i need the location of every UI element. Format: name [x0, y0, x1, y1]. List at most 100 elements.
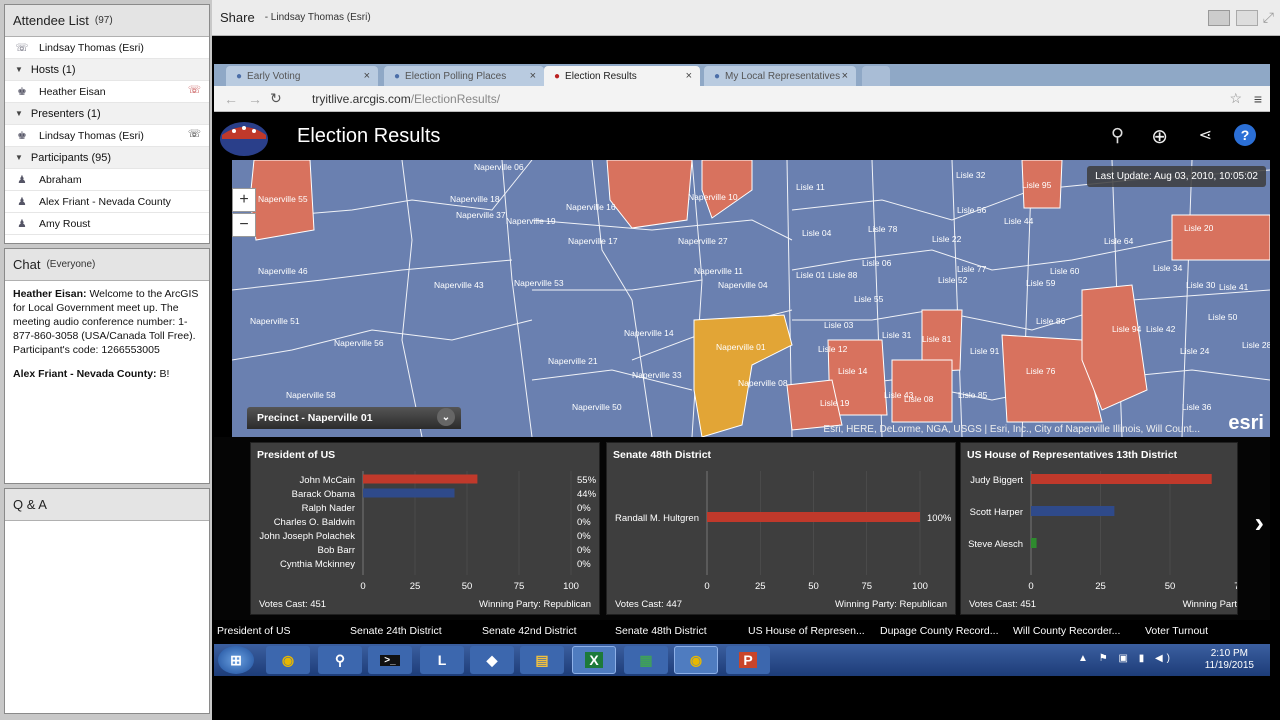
- help-icon[interactable]: ?: [1234, 124, 1256, 146]
- bookmark-star-icon[interactable]: ☆: [1229, 90, 1242, 107]
- map-precinct-label: Naperville 37: [456, 210, 506, 220]
- window-restore-icon[interactable]: [1236, 10, 1258, 26]
- contest-tabs: President of US Senate 24th District Sen…: [214, 620, 1270, 642]
- precinct-polygons: [232, 160, 1270, 437]
- chrome-icon[interactable]: ◉: [266, 646, 310, 674]
- qa-pod: Q & A: [4, 488, 210, 714]
- map-precinct-label: Naperville 16: [566, 202, 616, 212]
- zoom-in-button[interactable]: +: [232, 188, 256, 212]
- map-precinct-label: Lisle 64: [1104, 236, 1134, 246]
- map-precinct-label: Lisle 30: [1186, 280, 1216, 290]
- fullscreen-icon[interactable]: ⤢: [1263, 9, 1274, 26]
- excel-icon[interactable]: X: [572, 646, 616, 674]
- contest-tab[interactable]: Senate 24th District: [350, 625, 442, 637]
- map-precinct-label: Lisle 88: [828, 270, 858, 280]
- tray-icons[interactable]: ▲ ⚑ ▣ ▮ ◀): [1078, 653, 1174, 664]
- taskbar-clock[interactable]: 2:10 PM 11/19/2015: [1205, 648, 1254, 672]
- folder-icon[interactable]: ▤: [520, 646, 564, 674]
- contest-tab[interactable]: US House of Represen...: [748, 625, 865, 637]
- chat-sender: Alex Friant - Nevada County:: [13, 368, 157, 380]
- contest-tab[interactable]: Senate 42nd District: [482, 625, 577, 637]
- attendee-self[interactable]: ☏ Lindsay Thomas (Esri): [5, 37, 209, 59]
- x-tick-label: 25: [1095, 581, 1106, 592]
- share-header: Share - Lindsay Thomas (Esri) ⤢: [212, 0, 1280, 36]
- attendee-row[interactable]: ♟ Abraham: [5, 169, 209, 191]
- map-precinct-label: Lisle 08: [904, 394, 934, 404]
- close-icon[interactable]: ×: [364, 70, 370, 82]
- url-path: /ElectionResults/: [410, 91, 501, 106]
- next-arrow-icon[interactable]: ›: [1255, 507, 1264, 539]
- tab-label: Election Polling Places: [405, 70, 507, 82]
- attendee-row[interactable]: ♚ Heather Eisan ☏: [5, 81, 209, 103]
- attendee-row[interactable]: ♟ Amy Roust: [5, 213, 209, 235]
- presenters-group[interactable]: ▼ Presenters (1): [5, 103, 209, 125]
- chevron-down-icon[interactable]: ⌄: [437, 408, 455, 426]
- category-label: Ralph Nader: [302, 503, 355, 514]
- powerpoint-icon[interactable]: P: [726, 646, 770, 674]
- attendee-row[interactable]: ♟ Alex Friant - Nevada County: [5, 191, 209, 213]
- menu-icon[interactable]: ≡: [1254, 91, 1262, 107]
- new-tab-button[interactable]: [862, 66, 890, 86]
- contest-tab[interactable]: President of US: [217, 625, 291, 637]
- search-icon[interactable]: ⚲: [1111, 125, 1124, 146]
- attendee-row[interactable]: ♚ Lindsay Thomas (Esri) ☏: [5, 125, 209, 147]
- magnifier-icon[interactable]: ⚲: [318, 646, 362, 674]
- map-precinct-label: Lisle 59: [1026, 278, 1056, 288]
- browser-tab[interactable]: ● My Local Representatives ×: [704, 66, 856, 86]
- url-field[interactable]: tryitlive.arcgis.com/ElectionResults/: [312, 92, 500, 106]
- map-precinct-label: Lisle 41: [1219, 282, 1249, 292]
- phone-icon: ☏: [15, 41, 29, 54]
- window-size-icon[interactable]: [1208, 10, 1230, 26]
- forward-icon[interactable]: →: [248, 91, 262, 107]
- precinct-label: Precinct - Naperville 01: [257, 412, 373, 424]
- contest-tab[interactable]: Senate 48th District: [615, 625, 707, 637]
- map-precinct-label: Lisle 24: [1180, 346, 1210, 356]
- share-icon[interactable]: ⋖: [1199, 125, 1212, 145]
- precinct-selector[interactable]: Precinct - Naperville 01 ⌄: [247, 407, 461, 429]
- lync-icon[interactable]: L: [420, 646, 464, 674]
- hosts-group[interactable]: ▼ Hosts (1): [5, 59, 209, 81]
- map-precinct-label: Lisle 31: [882, 330, 912, 340]
- browser-tab-active[interactable]: ● Election Results ×: [544, 66, 700, 86]
- zoom-out-button[interactable]: −: [232, 213, 256, 237]
- chrome-active-icon[interactable]: ◉: [674, 646, 718, 674]
- bar: [707, 512, 920, 522]
- browser-tab[interactable]: ● Early Voting ×: [226, 66, 378, 86]
- contest-tab[interactable]: Dupage County Record...: [880, 625, 998, 637]
- start-button[interactable]: ⊞: [218, 646, 254, 674]
- x-tick-label: 50: [808, 581, 819, 592]
- locate-icon[interactable]: ⊕: [1151, 124, 1168, 149]
- election-map[interactable]: Naperville 55 Naperville 18 Naperville 37 N…: [232, 160, 1270, 437]
- map-precinct-label: Naperville 56: [334, 338, 384, 348]
- map-precinct-label: Lisle 34: [1153, 263, 1183, 273]
- close-icon[interactable]: ×: [530, 70, 536, 82]
- map-precinct-label: Naperville 58: [286, 390, 336, 400]
- map-precinct-label: Lisle 55: [854, 294, 884, 304]
- x-tick-label: 100: [912, 581, 928, 592]
- contest-tab[interactable]: Voter Turnout: [1145, 625, 1208, 637]
- selected-precinct[interactable]: [693, 314, 793, 437]
- browser-tab[interactable]: ● Election Polling Places ×: [384, 66, 544, 86]
- attendee-count: (97): [94, 15, 113, 26]
- attendee-self-name: Lindsay Thomas (Esri): [39, 41, 144, 54]
- contest-tab[interactable]: Will County Recorder...: [1013, 625, 1120, 637]
- tab-label: Early Voting: [247, 70, 301, 82]
- hosts-label: Hosts (1): [30, 63, 76, 76]
- host-user-icon: ♚: [17, 85, 27, 98]
- chat-sender: Heather Eisan:: [13, 288, 87, 300]
- browser-tab-strip: ● Early Voting × ● Election Polling Places ×…: [214, 64, 1270, 86]
- close-icon[interactable]: ×: [842, 70, 848, 82]
- participants-group[interactable]: ▼ Participants (95): [5, 147, 209, 169]
- app-icon[interactable]: ◆: [470, 646, 514, 674]
- map-precinct-label: Lisle 28: [1242, 340, 1270, 350]
- reload-icon[interactable]: ↻: [270, 90, 282, 107]
- close-icon[interactable]: ×: [686, 70, 692, 82]
- excel-sheet-icon[interactable]: ▦: [624, 646, 668, 674]
- map-precinct-label: Lisle 94: [1112, 324, 1142, 334]
- back-icon[interactable]: ←: [224, 91, 238, 107]
- cmd-icon[interactable]: >_: [368, 646, 412, 674]
- chat-messages: Heather Eisan: Welcome to the ArcGIS for…: [5, 281, 209, 387]
- winning-party: Winning Party: Republican: [479, 599, 591, 610]
- chat-title: Chat: [13, 257, 41, 272]
- map-precinct-label: Lisle 32: [956, 170, 986, 180]
